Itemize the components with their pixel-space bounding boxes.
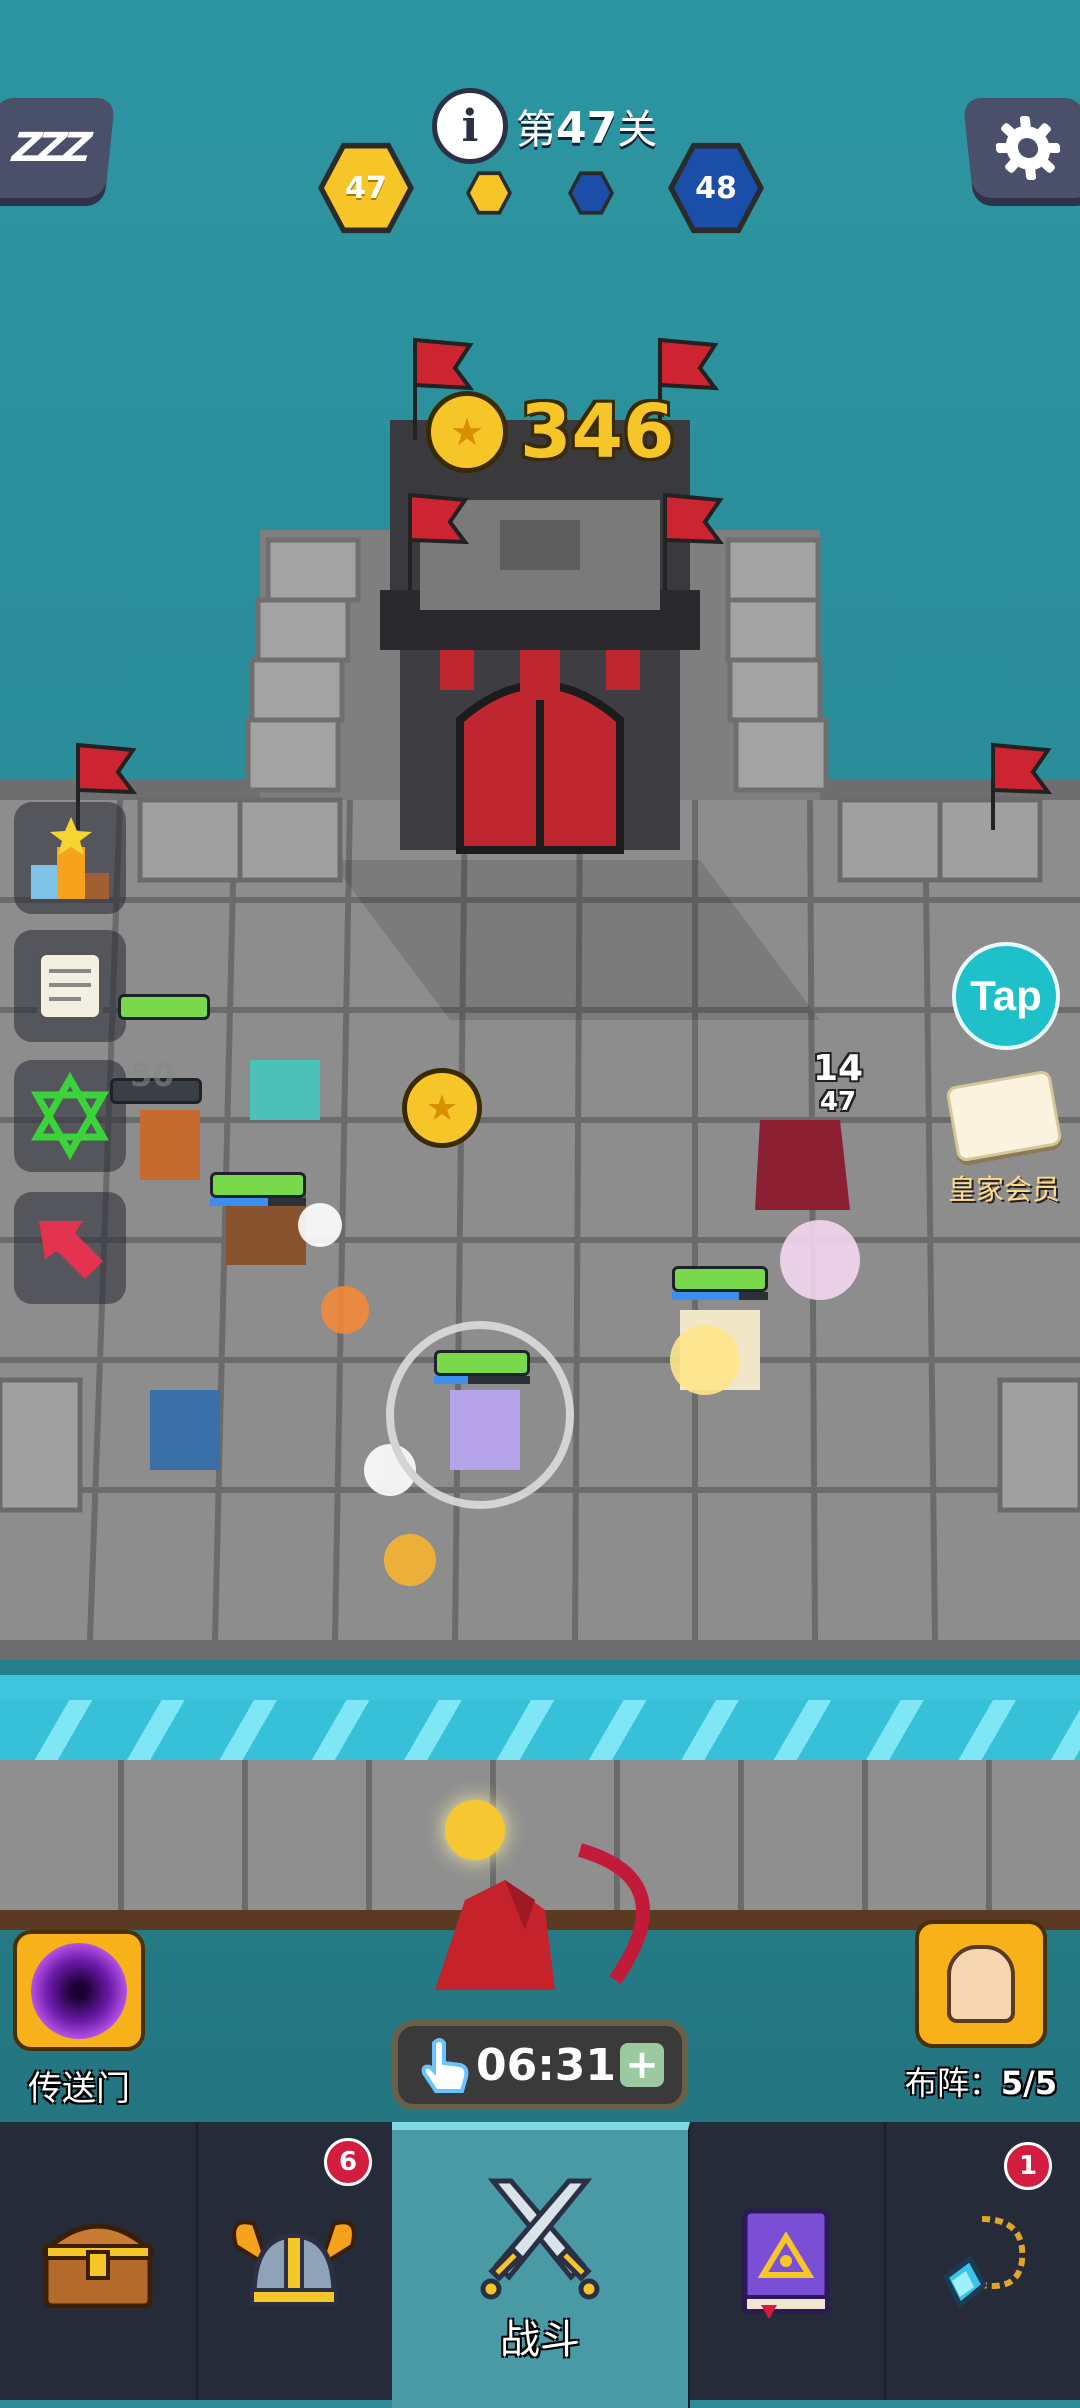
enemy-score: 48 (695, 170, 737, 206)
scroll-icon (37, 951, 103, 1021)
formation-button[interactable]: 布阵：5/5 (905, 1920, 1057, 2120)
nav-chest[interactable] (0, 2122, 198, 2400)
hexagram-button[interactable] (14, 1060, 126, 1172)
river (0, 1675, 1080, 1700)
nav-battle-label: 战斗 (500, 2317, 580, 2363)
nav-amulet[interactable]: 1 (884, 2122, 1080, 2400)
level-title: 第47关 (516, 103, 658, 154)
lower-wall (0, 1700, 1080, 1760)
castle-keep (380, 420, 700, 854)
level-info: i 第47关 (432, 88, 682, 164)
nav-battle[interactable]: 战斗 (392, 2122, 690, 2408)
ally-hp-bar-5 (672, 1266, 768, 1300)
damage-ghost-number: 50 (130, 1056, 175, 1094)
sleep-button[interactable]: ZZZ (0, 98, 116, 198)
nav-spellbook[interactable] (688, 2122, 886, 2400)
castle-reward: ★ 346 (426, 389, 686, 475)
battle-board (0, 337, 1080, 1700)
viking-helmet-icon (232, 2220, 356, 2306)
retreat-button[interactable] (14, 1192, 126, 1304)
damage-popup: 14 47 (812, 1048, 864, 1117)
gear-icon (995, 116, 1061, 180)
crossed-swords-icon (480, 2178, 600, 2300)
settings-button[interactable] (962, 98, 1080, 198)
ally-hp-bar-1 (118, 994, 210, 1020)
bottom-nav: 6 战斗 1 (0, 2122, 1080, 2408)
archer-projectile (445, 1800, 505, 1860)
coin-pickup[interactable]: ★ (402, 1068, 482, 1148)
spellbook-icon (742, 2208, 830, 2319)
portal-icon (13, 1930, 145, 2051)
amulet-badge: 1 (1004, 2142, 1052, 2190)
treasure-chest-icon (39, 2223, 157, 2309)
heroes-badge: 6 (324, 2138, 372, 2186)
hexagram-icon (30, 1071, 110, 1161)
timer-text: 06:31 (475, 2039, 617, 2091)
add-time-button[interactable]: + (620, 2043, 664, 2087)
timer-panel: 06:31 + (392, 2020, 688, 2110)
archer-hero (395, 1840, 695, 2000)
portal-button[interactable]: 传送门 (13, 1930, 145, 2110)
ranking-button[interactable] (14, 802, 126, 914)
ally-hp-bar-4 (434, 1350, 530, 1384)
nav-heroes[interactable]: 6 (196, 2122, 394, 2400)
amulet-icon (942, 2216, 1026, 2309)
tap-hand-icon (421, 2038, 469, 2093)
podium-star-icon (31, 817, 109, 899)
formation-icon (915, 1920, 1047, 2048)
zzz-icon: ZZZ (10, 125, 90, 171)
vip-card-icon (945, 1069, 1063, 1163)
info-icon[interactable]: i (432, 88, 508, 164)
coin-icon: ★ (426, 391, 508, 473)
arrow-icon (39, 1221, 103, 1279)
tap-button[interactable]: Tap (952, 942, 1060, 1050)
vip-button[interactable]: 皇家会员 (944, 1069, 1064, 1208)
player-score: 47 (345, 170, 387, 206)
ally-hp-bar-3 (210, 1172, 306, 1206)
quest-scroll-button[interactable] (14, 930, 126, 1042)
castle-coin-count: 346 (520, 389, 675, 475)
